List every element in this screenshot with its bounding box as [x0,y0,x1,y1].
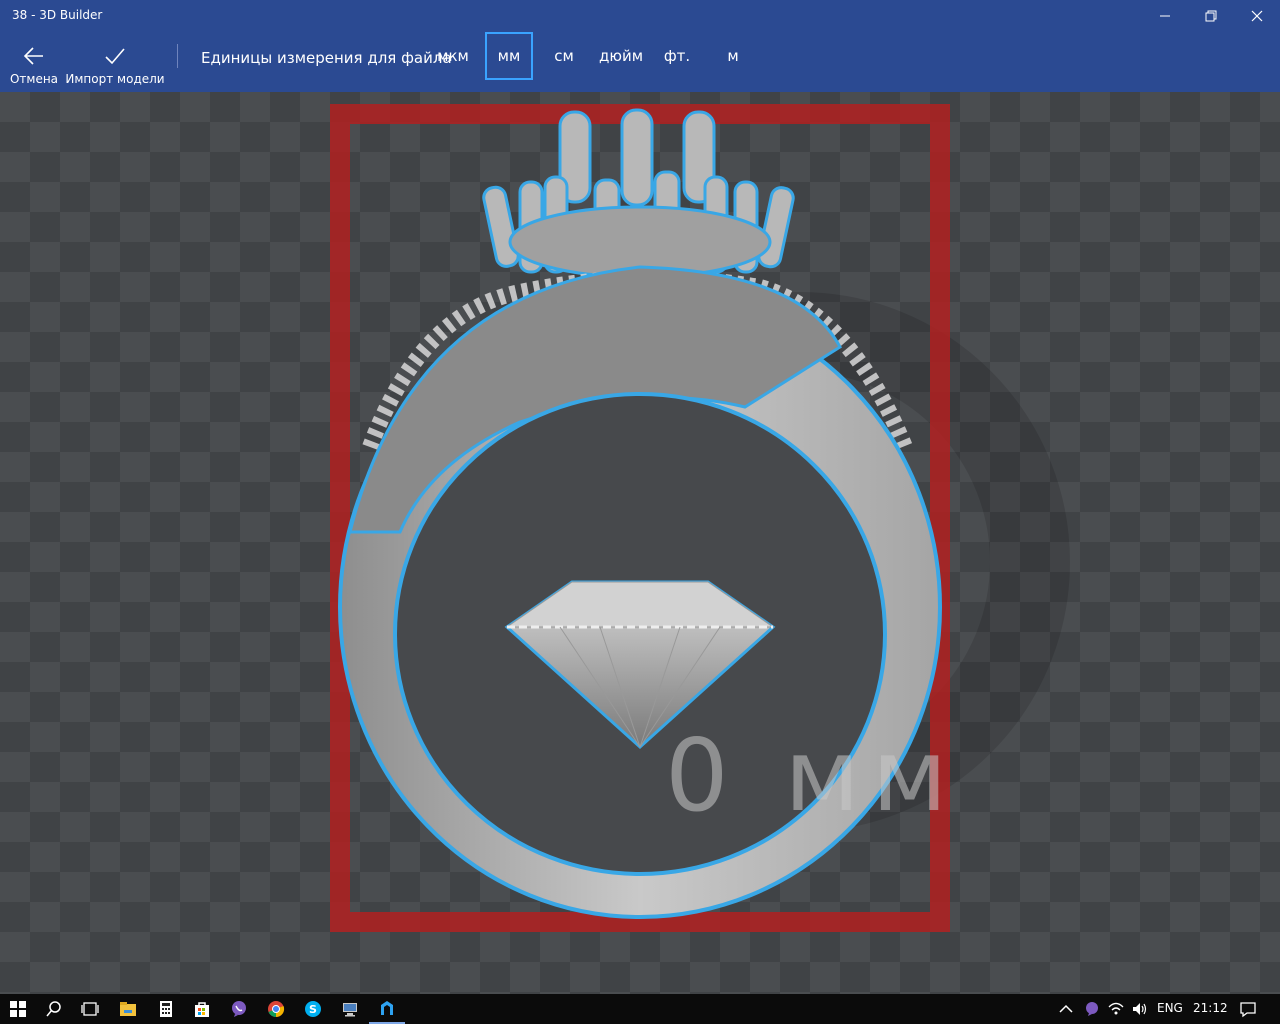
taskbar-calculator[interactable] [148,994,184,1024]
volume-icon [1133,1003,1147,1015]
chrome-icon [268,1001,285,1018]
show-hidden-icons-button[interactable] [1052,994,1080,1024]
taskbar-viber[interactable] [221,994,257,1024]
window-title: 38 - 3D Builder [12,8,103,22]
command-bar: Отмена Импорт модели Единицы измерения д… [0,32,1280,92]
close-icon [1251,10,1263,22]
cancel-label: Отмена [9,72,59,86]
viber-icon [232,1001,246,1017]
taskbar-search-button[interactable] [36,994,72,1024]
clock[interactable]: 21:12 [1193,1001,1228,1015]
close-button[interactable] [1234,0,1280,32]
unit-option-m[interactable]: м [720,32,746,80]
chevron-up-icon [1059,1004,1073,1013]
taskbar: S ENG 21:12 [0,994,1280,1024]
cancel-button[interactable]: Отмена [8,32,60,92]
task-view-button[interactable] [72,994,108,1024]
title-bar: 38 - 3D Builder [0,0,1280,32]
model-size-label: 0 мм [665,717,960,834]
start-button[interactable] [0,994,36,1024]
unit-option-mkm[interactable]: мкм [433,32,473,80]
input-language-indicator[interactable]: ENG [1157,1001,1183,1015]
import-model-label: Импорт модели [65,72,165,86]
unit-option-inch[interactable]: дюйм [596,32,646,80]
notification-icon [1240,1002,1256,1018]
tray-volume[interactable] [1128,994,1152,1024]
skype-icon: S [305,1001,321,1017]
minimize-button[interactable] [1142,0,1188,32]
tray-viber[interactable] [1080,994,1104,1024]
back-arrow-icon [23,47,43,65]
command-separator [177,44,178,68]
taskbar-network-app[interactable] [332,994,368,1024]
start-icon [10,1001,26,1017]
search-icon [46,1001,61,1017]
tray-network[interactable] [1104,994,1128,1024]
taskbar-store[interactable] [184,994,220,1024]
unit-option-ft[interactable]: фт. [660,32,694,80]
minimize-icon [1160,15,1170,17]
task-view-icon [81,1002,99,1016]
restore-button[interactable] [1188,0,1234,32]
calculator-icon [160,1001,172,1017]
3d-builder-icon [381,1001,393,1015]
restore-icon [1205,10,1217,22]
taskbar-3d-builder[interactable] [369,994,405,1024]
store-icon [195,1002,209,1017]
file-explorer-icon [120,1002,136,1016]
svg-text:S: S [309,1003,317,1016]
unit-option-mm[interactable]: мм [485,32,533,80]
network-app-icon [343,1003,357,1017]
action-center-button[interactable] [1234,994,1262,1024]
ring-model-render[interactable] [0,92,1280,994]
units-label: Единицы измерения для файла [201,49,452,67]
taskbar-chrome[interactable] [258,994,294,1024]
unit-option-cm[interactable]: см [547,32,581,80]
ring-crown [482,108,795,279]
3d-viewport[interactable]: 0 мм [0,92,1280,994]
taskbar-skype[interactable]: S [295,994,331,1024]
viber-icon [1086,1002,1098,1016]
import-model-button[interactable]: Импорт модели [65,32,165,92]
taskbar-file-explorer[interactable] [110,994,146,1024]
checkmark-icon [105,48,125,65]
wifi-icon [1108,1002,1124,1015]
